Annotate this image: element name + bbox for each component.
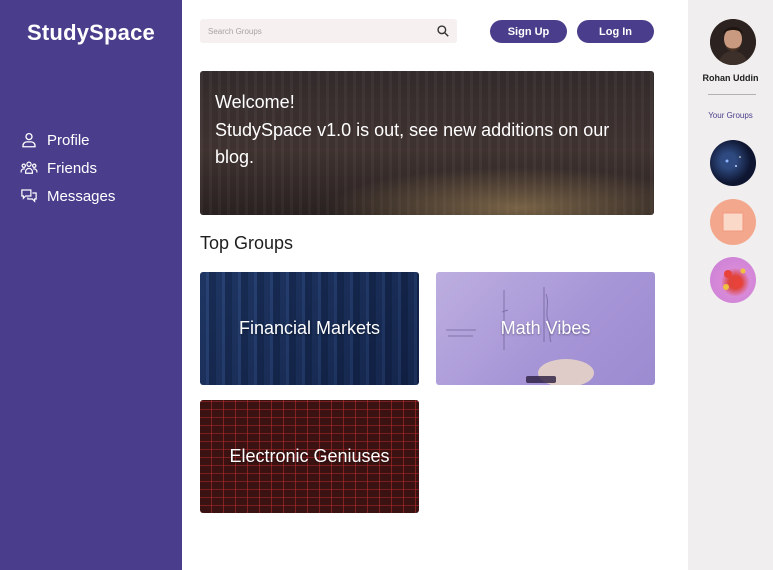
right-sidebar: Rohan Uddin Your Groups (688, 0, 773, 570)
sidebar-item-friends[interactable]: Friends (19, 154, 115, 182)
banner-text: Welcome! StudySpace v1.0 is out, see new… (215, 89, 635, 172)
group-avatar-image (723, 268, 746, 290)
my-group-avatar[interactable] (710, 140, 756, 186)
sidebar-item-messages[interactable]: Messages (19, 182, 115, 210)
my-group-avatar[interactable] (710, 257, 756, 303)
section-title-top-groups: Top Groups (200, 233, 294, 253)
your-groups-label: Your Groups (708, 111, 753, 120)
my-group-avatar[interactable] (710, 199, 756, 245)
signup-button[interactable]: Sign Up (490, 20, 567, 43)
group-avatar-image (725, 156, 741, 167)
brand-logo[interactable]: StudySpace (0, 20, 182, 46)
banner-message: StudySpace v1.0 is out, see new addition… (215, 119, 610, 168)
group-card-math-vibes[interactable]: Math Vibes (436, 272, 655, 385)
chat-icon (19, 186, 39, 206)
sidebar-item-label: Messages (47, 187, 116, 205)
group-avatar-image (722, 212, 744, 232)
sidebar-item-label: Profile (47, 131, 90, 149)
search-icon[interactable] (436, 24, 450, 38)
avatar-person-image (710, 19, 756, 65)
group-card-label: Electronic Geniuses (229, 446, 390, 466)
sidebar-item-profile[interactable]: Profile (19, 126, 115, 154)
user-icon (19, 130, 39, 150)
banner-title: Welcome! (215, 92, 295, 112)
group-card-electronic-geniuses[interactable]: Electronic Geniuses (200, 400, 419, 513)
group-card-label: Math Vibes (500, 318, 591, 338)
sidebar-nav: Profile Friends Messages (19, 126, 115, 210)
avatar[interactable] (710, 19, 756, 65)
search-bar (200, 19, 457, 43)
group-card-label: Financial Markets (238, 318, 381, 338)
divider (708, 94, 756, 95)
sidebar-item-label: Friends (47, 159, 98, 177)
people-icon (19, 158, 39, 178)
login-button[interactable]: Log In (577, 20, 654, 43)
left-sidebar: StudySpace Profile Friends Messages (0, 0, 182, 570)
user-name: Rohan Uddin (702, 73, 759, 83)
group-card-financial-markets[interactable]: Financial Markets (200, 272, 419, 385)
search-input[interactable] (200, 19, 430, 43)
welcome-banner[interactable]: Welcome! StudySpace v1.0 is out, see new… (200, 71, 654, 215)
